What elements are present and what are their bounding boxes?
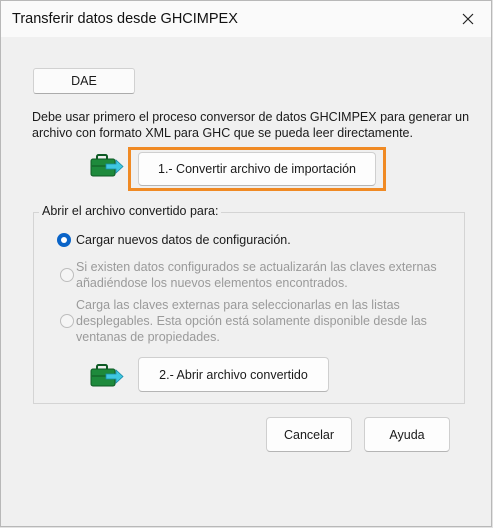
radio-update-external-keys[interactable]: [60, 268, 74, 282]
radio-load-new-config-label[interactable]: Cargar nuevos datos de configuración.: [76, 232, 291, 248]
radio-update-external-keys-line-1: Si existen datos configurados se actuali…: [76, 260, 437, 274]
radio-load-external-keys-label: Carga las claves externas para seleccion…: [76, 297, 427, 345]
tab-dae-label: DAE: [71, 74, 97, 88]
radio-load-external-keys-line-1: Carga las claves externas para seleccion…: [76, 298, 400, 312]
title-bar: Transferir datos desde GHCIMPEX: [1, 1, 491, 37]
open-converted-file-button-label: 2.- Abrir archivo convertido: [159, 367, 308, 382]
description-line-2: archivo con formato XML para GHC que se …: [32, 126, 413, 140]
tab-dae[interactable]: DAE: [33, 68, 135, 94]
briefcase-arrow-icon: [89, 153, 125, 179]
radio-update-external-keys-label: Si existen datos configurados se actuali…: [76, 259, 437, 291]
convert-file-button[interactable]: 1.- Convertir archivo de importación: [138, 152, 376, 186]
radio-load-external-keys-line-3: ventanas de propiedades.: [76, 330, 220, 344]
radio-load-new-config[interactable]: [57, 233, 71, 247]
open-options-group-label: Abrir el archivo convertido para:: [39, 204, 222, 218]
help-button[interactable]: Ayuda: [364, 417, 450, 452]
close-icon: [462, 13, 474, 25]
briefcase-arrow-icon: [89, 363, 125, 389]
convert-file-button-label: 1.- Convertir archivo de importación: [158, 162, 356, 176]
transfer-dialog: Transferir datos desde GHCIMPEX DAE Debe…: [0, 0, 492, 527]
cancel-button[interactable]: Cancelar: [266, 417, 352, 452]
close-button[interactable]: [445, 1, 491, 37]
description-line-1: Debe usar primero el proceso conversor d…: [32, 110, 470, 124]
window-title: Transferir datos desde GHCIMPEX: [12, 11, 238, 27]
radio-update-external-keys-line-2: añadiéndose los nuevos elementos encontr…: [76, 276, 348, 290]
description-text: Debe usar primero el proceso conversor d…: [32, 109, 482, 141]
radio-load-external-keys-line-2: desplegables. Esta opción está solamente…: [76, 314, 427, 328]
help-button-label: Ayuda: [389, 427, 425, 442]
cancel-button-label: Cancelar: [283, 427, 335, 442]
radio-load-external-keys[interactable]: [60, 314, 74, 328]
open-converted-file-button[interactable]: 2.- Abrir archivo convertido: [138, 357, 329, 392]
